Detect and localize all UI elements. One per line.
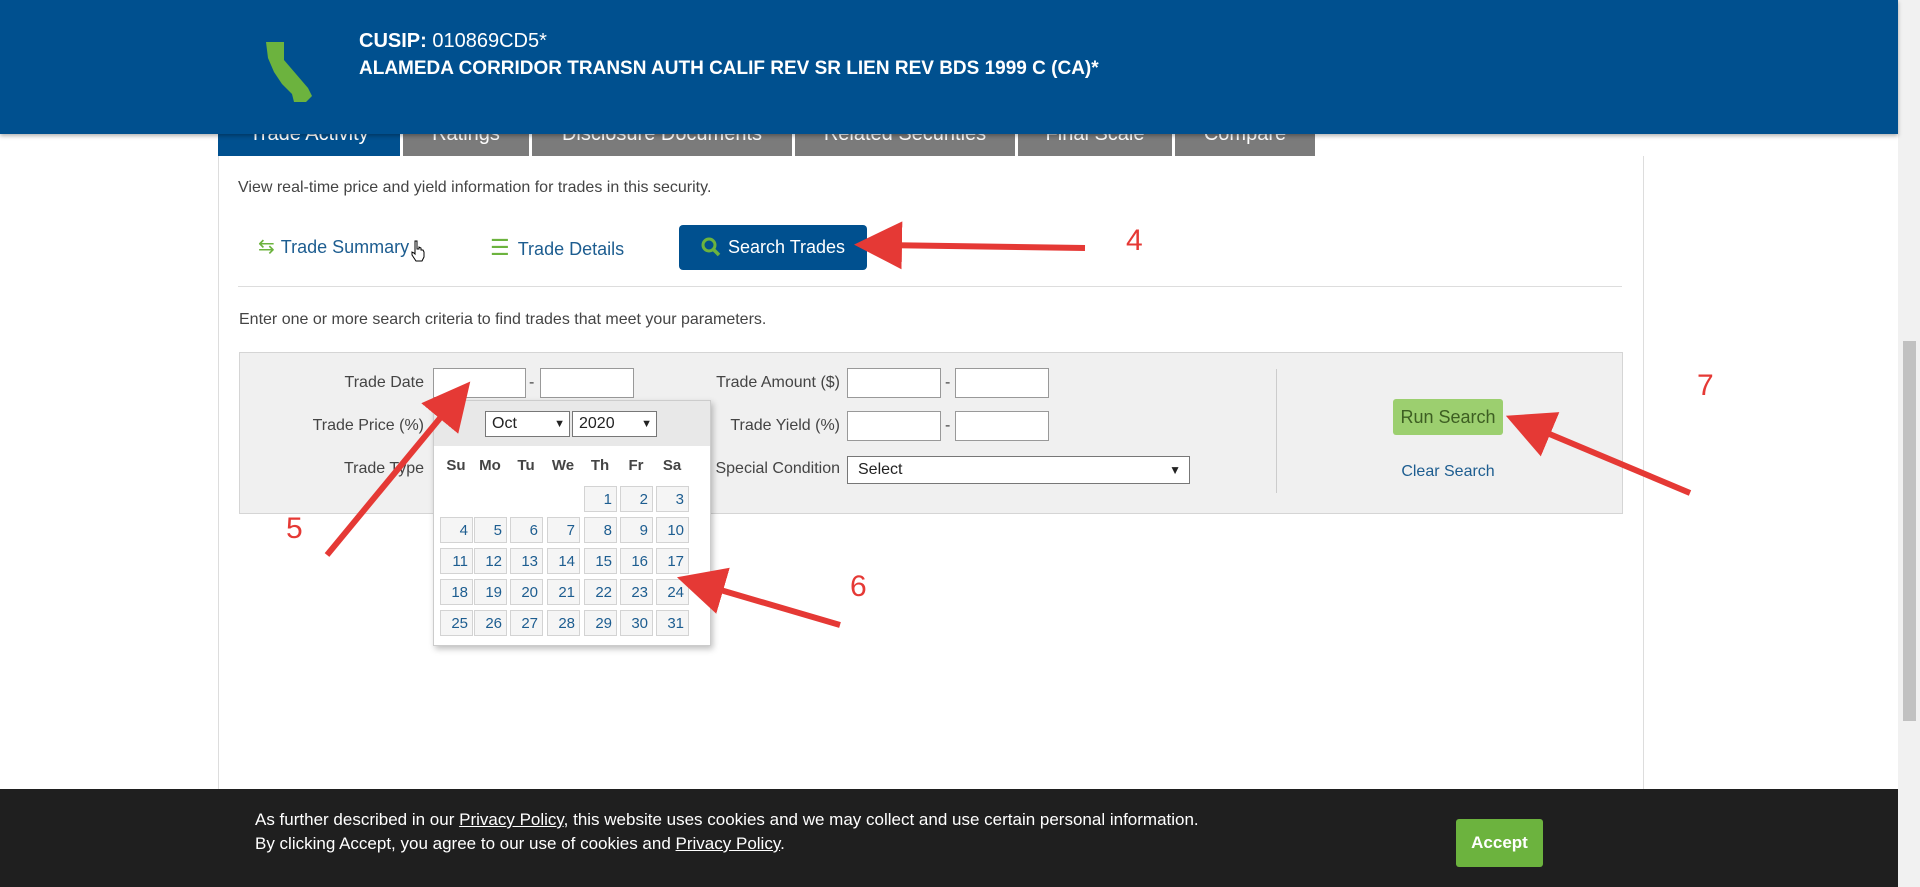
annotation-number-6: 6	[850, 570, 867, 603]
calendar-day-16[interactable]: 16	[620, 548, 653, 574]
cookie-line1-pre: As further described in our	[255, 810, 460, 829]
calendar-day-21[interactable]: 21	[547, 579, 580, 605]
calendar-day-4[interactable]: 4	[440, 517, 473, 543]
trade-amount-from-input[interactable]	[847, 368, 941, 398]
cookie-line1-post: , this website uses cookies and we may c…	[563, 810, 1199, 829]
calendar-day-23[interactable]: 23	[620, 579, 653, 605]
calendar-day-25[interactable]: 25	[440, 610, 473, 636]
annotation-number-4: 4	[1126, 224, 1143, 257]
calendar-day-17[interactable]: 17	[656, 548, 689, 574]
year-select-value: 2020	[579, 415, 615, 432]
weekday-we: We	[551, 457, 575, 474]
calendar-day-31[interactable]: 31	[656, 610, 689, 636]
search-icon	[701, 237, 721, 257]
trade-yield-from-input[interactable]	[847, 411, 941, 441]
trade-date-label: Trade Date	[344, 374, 424, 391]
swap-arrows-icon: ⇆	[258, 236, 275, 258]
weekday-tu: Tu	[517, 457, 535, 474]
calendar-day-19[interactable]: 19	[474, 579, 507, 605]
calendar-day-12[interactable]: 12	[474, 548, 507, 574]
calendar-day-13[interactable]: 13	[510, 548, 543, 574]
calendar-day-20[interactable]: 20	[510, 579, 543, 605]
weekday-sa: Sa	[662, 457, 682, 474]
security-name: ALAMEDA CORRIDOR TRANSN AUTH CALIF REV S…	[359, 58, 1099, 79]
cusip-label: CUSIP:	[359, 30, 427, 52]
yield-range-dash: -	[945, 417, 951, 434]
panel-divider	[238, 286, 1622, 287]
calendar-day-7[interactable]: 7	[547, 517, 580, 543]
cookie-line2-post: .	[780, 834, 785, 853]
search-intro: Enter one or more search criteria to fin…	[239, 311, 767, 328]
calendar-day-14[interactable]: 14	[547, 548, 580, 574]
clear-search-link[interactable]: Clear Search	[1372, 463, 1524, 481]
california-state-icon	[266, 42, 312, 102]
chevron-down-icon: ▼	[554, 418, 565, 430]
subtab-trade-summary[interactable]: ⇆ Trade Summary	[258, 225, 409, 270]
calendar-day-27[interactable]: 27	[510, 610, 543, 636]
panel-intro: View real-time price and yield informati…	[238, 179, 712, 196]
trade-date-to-input[interactable]	[540, 368, 634, 398]
month-select-value: Oct	[492, 415, 517, 432]
calendar-day-2[interactable]: 2	[620, 486, 653, 512]
chevron-down-icon: ▼	[641, 418, 652, 430]
calendar-day-22[interactable]: 22	[584, 579, 617, 605]
trade-amount-label: Trade Amount ($)	[716, 374, 840, 391]
accept-cookies-button[interactable]: Accept	[1456, 819, 1543, 867]
calendar-day-5[interactable]: 5	[474, 517, 507, 543]
calendar-day-8[interactable]: 8	[584, 517, 617, 543]
privacy-policy-link[interactable]: Privacy Policy	[459, 810, 564, 829]
weekday-fr: Fr	[628, 457, 644, 474]
calendar-day-28[interactable]: 28	[547, 610, 580, 636]
cookie-text-line1: As further described in our Privacy Poli…	[255, 810, 1199, 830]
weekday-th: Th	[590, 457, 610, 474]
calendar-day-9[interactable]: 9	[620, 517, 653, 543]
calendar-day-18[interactable]: 18	[440, 579, 473, 605]
amount-range-dash: -	[945, 374, 951, 391]
calendar-day-6[interactable]: 6	[510, 517, 543, 543]
calendar-day-15[interactable]: 15	[584, 548, 617, 574]
run-search-button[interactable]: Run Search	[1393, 399, 1503, 435]
weekday-mo: Mo	[479, 457, 501, 474]
special-condition-value: Select	[858, 461, 903, 478]
annotation-number-7: 7	[1697, 369, 1714, 402]
year-select[interactable]: 2020 ▼	[572, 411, 657, 437]
subtab-trade-summary-label: Trade Summary	[280, 237, 410, 257]
cusip-value: 010869CD5*	[432, 30, 547, 52]
cookie-line2-pre: By clicking Accept, you agree to our use…	[255, 834, 676, 853]
subtab-search-trades-label: Search Trades	[728, 237, 846, 257]
calendar-day-3[interactable]: 3	[656, 486, 689, 512]
trade-yield-label: Trade Yield (%)	[730, 417, 840, 434]
weekday-su: Su	[446, 457, 466, 474]
datepicker-calendar: Oct ▼ 2020 ▼ Su Mo Tu We Th Fr Sa 1 2 3 4 5 6 7 8 9 10 1…	[433, 400, 711, 646]
trade-date-from-input[interactable]	[433, 368, 526, 398]
calendar-day-24[interactable]: 24	[656, 579, 689, 605]
subtab-trade-details-label: Trade Details	[517, 239, 625, 259]
cusip-line: CUSIP: 010869CD5*	[359, 30, 547, 53]
date-range-dash: -	[529, 374, 535, 391]
chevron-down-icon: ▼	[1169, 463, 1181, 477]
calendar-day-29[interactable]: 29	[584, 610, 617, 636]
calendar-day-1[interactable]: 1	[584, 486, 617, 512]
cookie-text-line2: By clicking Accept, you agree to our use…	[255, 834, 785, 854]
form-vertical-divider	[1276, 369, 1277, 493]
subtab-trade-details[interactable]: ☰ Trade Details	[490, 225, 624, 270]
calendar-day-11[interactable]: 11	[440, 548, 473, 574]
trade-type-label: Trade Type	[343, 460, 424, 477]
calendar-day-10[interactable]: 10	[656, 517, 689, 543]
annotation-number-5: 5	[286, 512, 303, 545]
special-condition-select[interactable]: Select ▼	[847, 456, 1190, 484]
trade-yield-to-input[interactable]	[955, 411, 1049, 441]
scrollbar-thumb[interactable]	[1903, 341, 1916, 721]
month-select[interactable]: Oct ▼	[485, 411, 570, 437]
privacy-policy-link[interactable]: Privacy Policy	[676, 834, 781, 853]
list-icon: ☰	[490, 235, 510, 260]
trade-price-label: Trade Price (%)	[312, 417, 424, 434]
calendar-day-30[interactable]: 30	[620, 610, 653, 636]
security-header: CUSIP: 010869CD5* ALAMEDA CORRIDOR TRANS…	[0, 0, 1898, 134]
calendar-day-26[interactable]: 26	[474, 610, 507, 636]
trade-amount-to-input[interactable]	[955, 368, 1049, 398]
subtab-search-trades[interactable]: Search Trades	[679, 225, 867, 270]
hand-cursor-icon	[411, 240, 425, 262]
